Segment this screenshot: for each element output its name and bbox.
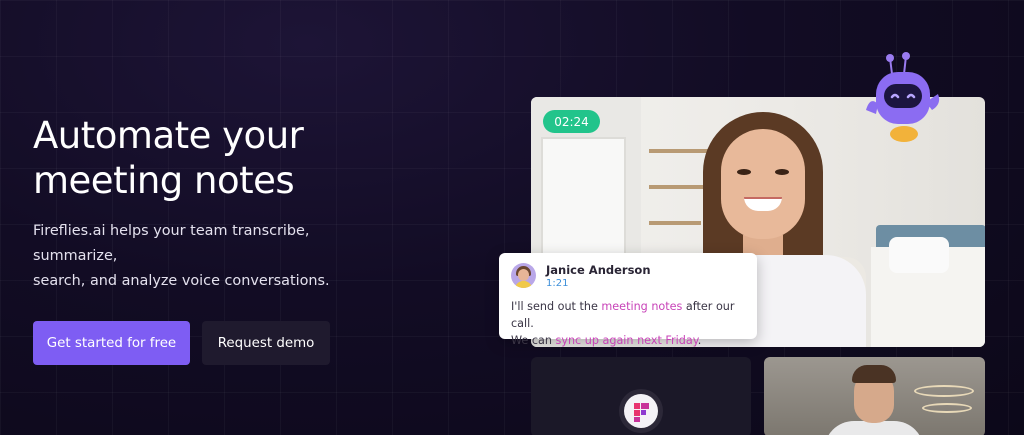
room-shelf: [649, 221, 701, 225]
room-pillow: [889, 237, 949, 273]
hero-headline: Automate your meeting notes: [33, 113, 453, 203]
participant-hair: [852, 365, 896, 383]
ceiling-lamp: [922, 403, 972, 413]
subtext-line-2: search, and analyze voice conversations.: [33, 273, 330, 289]
ceiling-lamp: [914, 385, 974, 397]
hero-subtext: Fireflies.ai helps your team transcribe,…: [33, 219, 383, 294]
chat-text-segment: .: [697, 334, 702, 347]
participant-eye: [775, 169, 789, 175]
participant-video-tile: [764, 357, 985, 435]
headline-line-2: meeting notes: [33, 159, 295, 202]
chat-message: I'll send out the meeting notes after ou…: [511, 298, 751, 349]
chat-speaker-name: Janice Anderson: [546, 263, 651, 277]
transcript-chat-card: Janice Anderson 1:21 I'll send out the m…: [499, 253, 757, 347]
participant-shirt: [824, 421, 924, 435]
fireflies-notetaker-tile: [531, 357, 751, 435]
room-shelf: [649, 185, 707, 189]
participant-face: [721, 129, 805, 239]
chat-highlight: meeting notes: [601, 300, 683, 313]
request-demo-button[interactable]: Request demo: [202, 321, 330, 365]
chat-text-segment: We can: [511, 334, 556, 347]
chat-highlight: sync up again next Friday: [555, 334, 698, 347]
call-timer-badge: 02:24: [543, 110, 600, 133]
fireflies-logo-icon: [624, 394, 658, 428]
participant-eye: [737, 169, 751, 175]
robot-mascot-icon: [866, 52, 940, 142]
subtext-line-1: Fireflies.ai helps your team transcribe,…: [33, 223, 310, 264]
avatar: [511, 263, 536, 288]
chat-text-segment: I'll send out the: [511, 300, 602, 313]
room-shelf: [649, 149, 713, 153]
chat-timestamp: 1:21: [546, 278, 569, 289]
get-started-button[interactable]: Get started for free: [33, 321, 190, 365]
headline-line-1: Automate your: [33, 114, 304, 157]
